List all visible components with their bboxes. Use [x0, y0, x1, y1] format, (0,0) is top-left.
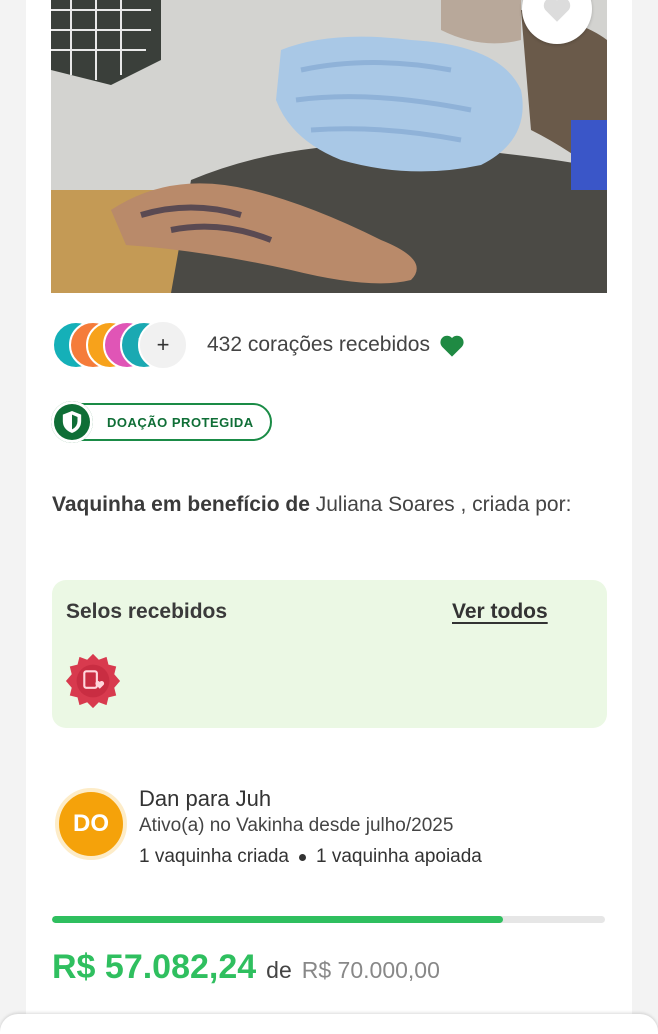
more-supporters-button[interactable]: +: [138, 320, 188, 370]
bottom-sheet[interactable]: [0, 1014, 658, 1034]
funding-progress-bar: [52, 916, 605, 923]
green-heart-icon: [440, 335, 464, 357]
beneficiary-name: Juliana Soares: [315, 493, 455, 516]
seals-panel: Selos recebidos Ver todos: [52, 580, 607, 728]
beneficiary-prefix: Vaquinha em benefício de: [52, 493, 310, 516]
creator-name[interactable]: Dan para Juh: [139, 786, 271, 812]
progress-fill: [52, 916, 503, 923]
creator-initials: DO: [73, 810, 109, 837]
creator-avatar[interactable]: DO: [55, 788, 127, 860]
campaigns-supported: 1 vaquinha apoiada: [316, 846, 482, 867]
creator-since: Ativo(a) no Vakinha desde julho/2025: [139, 815, 454, 836]
shield-icon-wrapper: [51, 401, 93, 443]
hearts-count-text: 432 corações recebidos: [207, 333, 430, 356]
supporter-avatars[interactable]: V L T M R +: [52, 320, 192, 371]
campaigns-created: 1 vaquinha criada: [139, 846, 289, 867]
raised-amount: R$ 57.082,24: [52, 948, 257, 986]
heart-icon: [543, 0, 571, 22]
separator-dot: [299, 853, 306, 861]
badge-label: DOAÇÃO PROTEGIDA: [107, 414, 254, 430]
more-label: +: [156, 332, 170, 357]
goal-amount: R$ 70.000,00: [301, 957, 440, 983]
seal-badge-icon[interactable]: [64, 652, 122, 710]
of-label: de: [266, 957, 292, 983]
protected-donation-badge[interactable]: DOAÇÃO PROTEGIDA: [51, 401, 272, 443]
see-all-link[interactable]: Ver todos: [452, 600, 548, 624]
campaign-photo-illustration: [51, 0, 607, 293]
creator-stats: 1 vaquinha criada 1 vaquinha apoiada: [139, 846, 482, 868]
hearts-received: 432 corações recebidos: [207, 332, 466, 358]
seals-title: Selos recebidos: [66, 600, 228, 623]
funding-amounts: R$ 57.082,24 de R$ 70.000,00: [52, 948, 440, 987]
shield-icon: [62, 411, 82, 433]
campaign-photo[interactable]: [51, 0, 607, 293]
beneficiary-line: Vaquinha em benefício de Juliana Soares …: [52, 493, 571, 517]
beneficiary-suffix: , criada por:: [460, 493, 572, 516]
